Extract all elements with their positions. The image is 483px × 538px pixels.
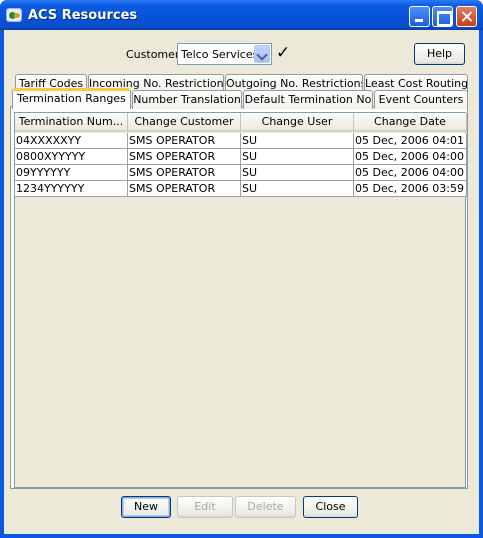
- cell-termination-number: 04XXXXXYY: [15, 133, 128, 149]
- edit-button[interactable]: Edit: [177, 496, 233, 518]
- new-button[interactable]: New: [121, 496, 171, 518]
- cell-termination-number: 1234YYYYYY: [15, 181, 128, 197]
- delete-button[interactable]: Delete: [235, 496, 296, 518]
- column-header-change-date[interactable]: Change Date: [354, 113, 467, 132]
- dropdown-arrow-icon[interactable]: [254, 45, 270, 63]
- table-row[interactable]: 09YYYYYY SMS OPERATOR SU 05 Dec, 2006 04…: [15, 165, 467, 181]
- column-header-termination-number[interactable]: Termination Num...: [15, 113, 128, 132]
- cell-change-user: SU: [241, 149, 354, 165]
- column-header-change-customer[interactable]: Change Customer: [128, 113, 241, 132]
- app-icon: [6, 8, 22, 22]
- tab-number-translation[interactable]: Number Translation: [132, 90, 242, 109]
- table-row[interactable]: 04XXXXXYY SMS OPERATOR SU 05 Dec, 2006 0…: [15, 133, 467, 149]
- cell-termination-number: 0800XYYYYY: [15, 149, 128, 165]
- window-client-area: Customer Telco Services ✓ Help Tariff Co…: [4, 30, 479, 534]
- table-header: Termination Num... Change Customer Chang…: [15, 113, 467, 132]
- customer-select-value: Telco Services: [181, 48, 259, 61]
- help-button[interactable]: Help: [414, 43, 465, 65]
- cell-change-user: SU: [241, 133, 354, 149]
- cell-change-customer: SMS OPERATOR: [128, 133, 241, 149]
- acs-resources-window: ACS Resources Customer Telco Services ✓ …: [0, 0, 483, 538]
- close-icon[interactable]: [456, 6, 477, 27]
- cell-change-date: 05 Dec, 2006 04:00: [354, 165, 467, 181]
- title-bar[interactable]: ACS Resources: [0, 0, 483, 30]
- tab-event-counters[interactable]: Event Counters: [374, 90, 468, 109]
- cell-change-date: 05 Dec, 2006 04:00: [354, 149, 467, 165]
- cell-change-customer: SMS OPERATOR: [128, 149, 241, 165]
- table-row[interactable]: 1234YYYYYY SMS OPERATOR SU 05 Dec, 2006 …: [15, 181, 467, 197]
- cell-termination-number: 09YYYYYY: [15, 165, 128, 181]
- table-row[interactable]: 0800XYYYYY SMS OPERATOR SU 05 Dec, 2006 …: [15, 149, 467, 165]
- cell-change-user: SU: [241, 165, 354, 181]
- cell-change-customer: SMS OPERATOR: [128, 165, 241, 181]
- customer-select[interactable]: Telco Services: [177, 43, 272, 65]
- tab-termination-ranges[interactable]: Termination Ranges: [12, 88, 131, 109]
- minimize-icon[interactable]: [409, 6, 430, 27]
- window-title: ACS Resources: [28, 8, 138, 23]
- close-button[interactable]: Close: [303, 496, 358, 518]
- cell-change-date: 05 Dec, 2006 04:01: [354, 133, 467, 149]
- cell-change-customer: SMS OPERATOR: [128, 181, 241, 197]
- column-header-change-user[interactable]: Change User: [241, 113, 354, 132]
- termination-ranges-table[interactable]: Termination Num... Change Customer Chang…: [14, 112, 467, 488]
- cell-change-user: SU: [241, 181, 354, 197]
- cell-change-date: 05 Dec, 2006 03:59: [354, 181, 467, 197]
- checkmark-icon: ✓: [276, 43, 291, 63]
- maximize-icon[interactable]: [432, 6, 453, 27]
- customer-label: Customer: [126, 48, 180, 61]
- tab-default-termination-no[interactable]: Default Termination No: [243, 90, 373, 109]
